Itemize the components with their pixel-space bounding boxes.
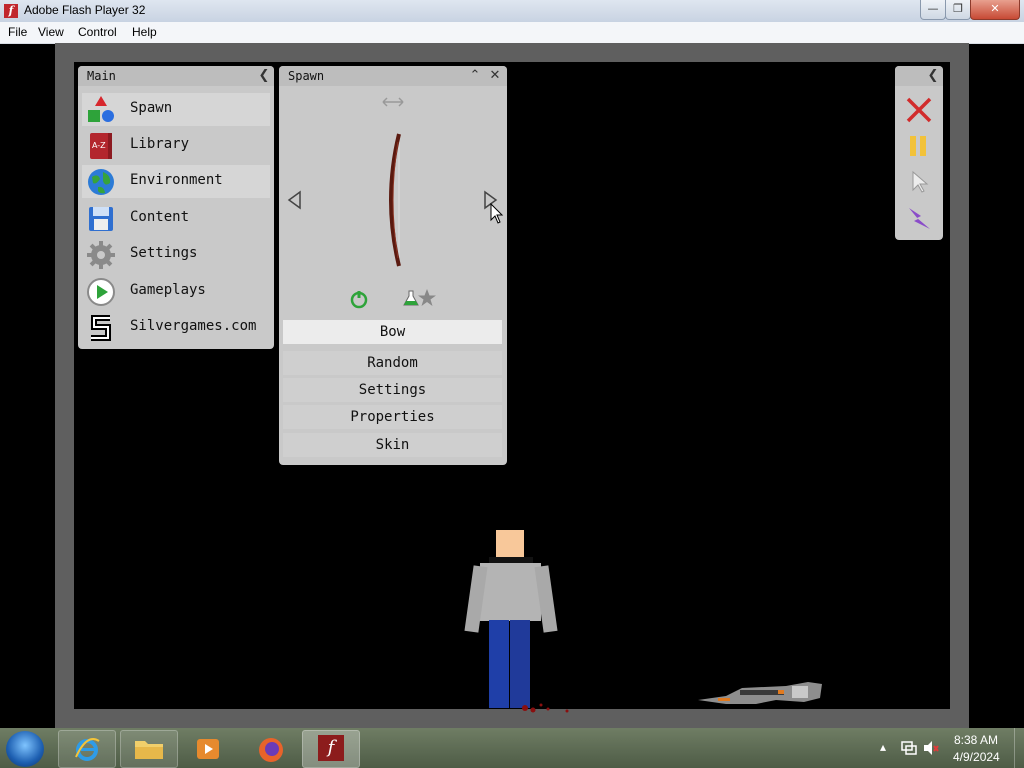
main-menu-gameplays[interactable]: Gameplays (82, 275, 270, 308)
tool-panel: ❮ (895, 66, 943, 240)
main-panel: Main ❮ Spawn A-Z Library Environment Con… (78, 66, 274, 349)
globe-icon (88, 169, 114, 195)
svg-text:A-Z: A-Z (92, 141, 106, 150)
flash-player-icon: f (318, 735, 344, 761)
bow-preview-icon (389, 133, 401, 267)
play-icon (87, 278, 115, 306)
floppy-disk-icon (89, 207, 113, 231)
taskbar-internet-explorer[interactable] (58, 730, 116, 768)
shapes-icon (88, 96, 114, 122)
settings-button[interactable]: Settings (283, 378, 502, 402)
random-button[interactable]: Random (283, 351, 502, 375)
collapse-left-icon[interactable]: ❮ (925, 68, 941, 84)
cursor-icon[interactable] (911, 170, 929, 194)
pause-icon[interactable] (907, 134, 929, 158)
windows-start-icon[interactable] (6, 731, 44, 767)
menu-item-label: Environment (130, 172, 223, 188)
clock-date[interactable]: 4/9/2024 (953, 750, 1000, 764)
close-icon[interactable]: ✕ (487, 68, 503, 84)
main-menu-silvergames[interactable]: Silvergames.com (82, 311, 270, 344)
folder-icon (135, 741, 163, 759)
menu-item-label: Content (130, 209, 190, 225)
main-menu-settings[interactable]: Settings (82, 238, 270, 271)
maximize-button[interactable]: ❐ (945, 0, 971, 20)
menu-help[interactable]: Help (132, 25, 157, 39)
firefox-icon (259, 738, 283, 762)
chevron-up-icon[interactable]: ⌃ (467, 68, 483, 84)
show-hidden-icons[interactable]: ▴ (880, 740, 886, 754)
media-player-icon (197, 739, 219, 759)
character-right-leg (510, 620, 530, 708)
silvergames-logo-icon (91, 315, 111, 341)
resize-horizontal-icon[interactable] (381, 96, 405, 108)
title-bar[interactable]: f Adobe Flash Player 32 — ❐ ✕ (0, 0, 1024, 22)
menu-control[interactable]: Control (78, 25, 117, 39)
main-menu-content[interactable]: Content (82, 202, 270, 235)
rifle-weapon[interactable] (696, 678, 824, 710)
flash-app-icon: f (4, 4, 18, 18)
close-window-button[interactable]: ✕ (970, 0, 1020, 20)
network-icon[interactable] (900, 740, 918, 756)
collapse-left-icon[interactable]: ❮ (256, 68, 272, 84)
menu-bar: File View Control Help (0, 22, 1024, 44)
character-torso (480, 563, 541, 621)
star-icon[interactable] (417, 288, 437, 308)
previous-arrow-icon[interactable] (287, 190, 303, 210)
taskbar-firefox[interactable] (244, 730, 302, 768)
main-menu-library[interactable]: A-Z Library (82, 129, 270, 162)
internet-explorer-icon (75, 738, 100, 761)
tool-panel-header[interactable]: ❮ (895, 66, 943, 86)
taskbar-file-explorer[interactable] (120, 730, 178, 768)
menu-item-label: Settings (130, 245, 198, 261)
main-menu-environment[interactable]: Environment (82, 165, 270, 198)
close-icon[interactable] (905, 96, 933, 124)
skin-button[interactable]: Skin (283, 433, 502, 457)
main-menu-spawn[interactable]: Spawn (82, 93, 270, 126)
selected-item-bow[interactable]: Bow (283, 320, 502, 344)
spawn-panel: Spawn ⌃ ✕ Bow Random Settings Properties… (279, 66, 507, 465)
properties-button[interactable]: Properties (283, 405, 502, 429)
lightning-icon[interactable] (905, 204, 933, 232)
blood-splatter (522, 703, 569, 713)
menu-item-label: Silvergames.com (130, 318, 257, 334)
minimize-button[interactable]: — (920, 0, 946, 20)
spawn-panel-header[interactable]: Spawn ⌃ ✕ (279, 66, 507, 86)
menu-file[interactable]: File (8, 25, 27, 39)
menu-item-label: Gameplays (130, 282, 206, 298)
taskbar-flash-player[interactable]: f (302, 730, 360, 768)
character-left-leg (489, 620, 509, 708)
taskbar-media-player[interactable] (182, 730, 240, 768)
volume-muted-icon[interactable] (922, 740, 940, 756)
book-icon: A-Z (90, 133, 112, 159)
spawn-panel-title: Spawn (288, 69, 325, 83)
mouse-cursor-icon (490, 203, 504, 224)
window-title: Adobe Flash Player 32 (24, 3, 146, 17)
reset-icon[interactable] (349, 290, 369, 310)
clock-time[interactable]: 8:38 AM (954, 733, 998, 747)
menu-item-label: Spawn (130, 100, 173, 116)
menu-item-label: Library (130, 136, 190, 152)
main-panel-header[interactable]: Main ❮ (78, 66, 274, 86)
gear-icon (87, 241, 115, 269)
main-panel-title: Main (87, 69, 116, 83)
menu-view[interactable]: View (38, 25, 64, 39)
show-desktop-button[interactable] (1014, 728, 1024, 768)
character-head (496, 530, 524, 557)
